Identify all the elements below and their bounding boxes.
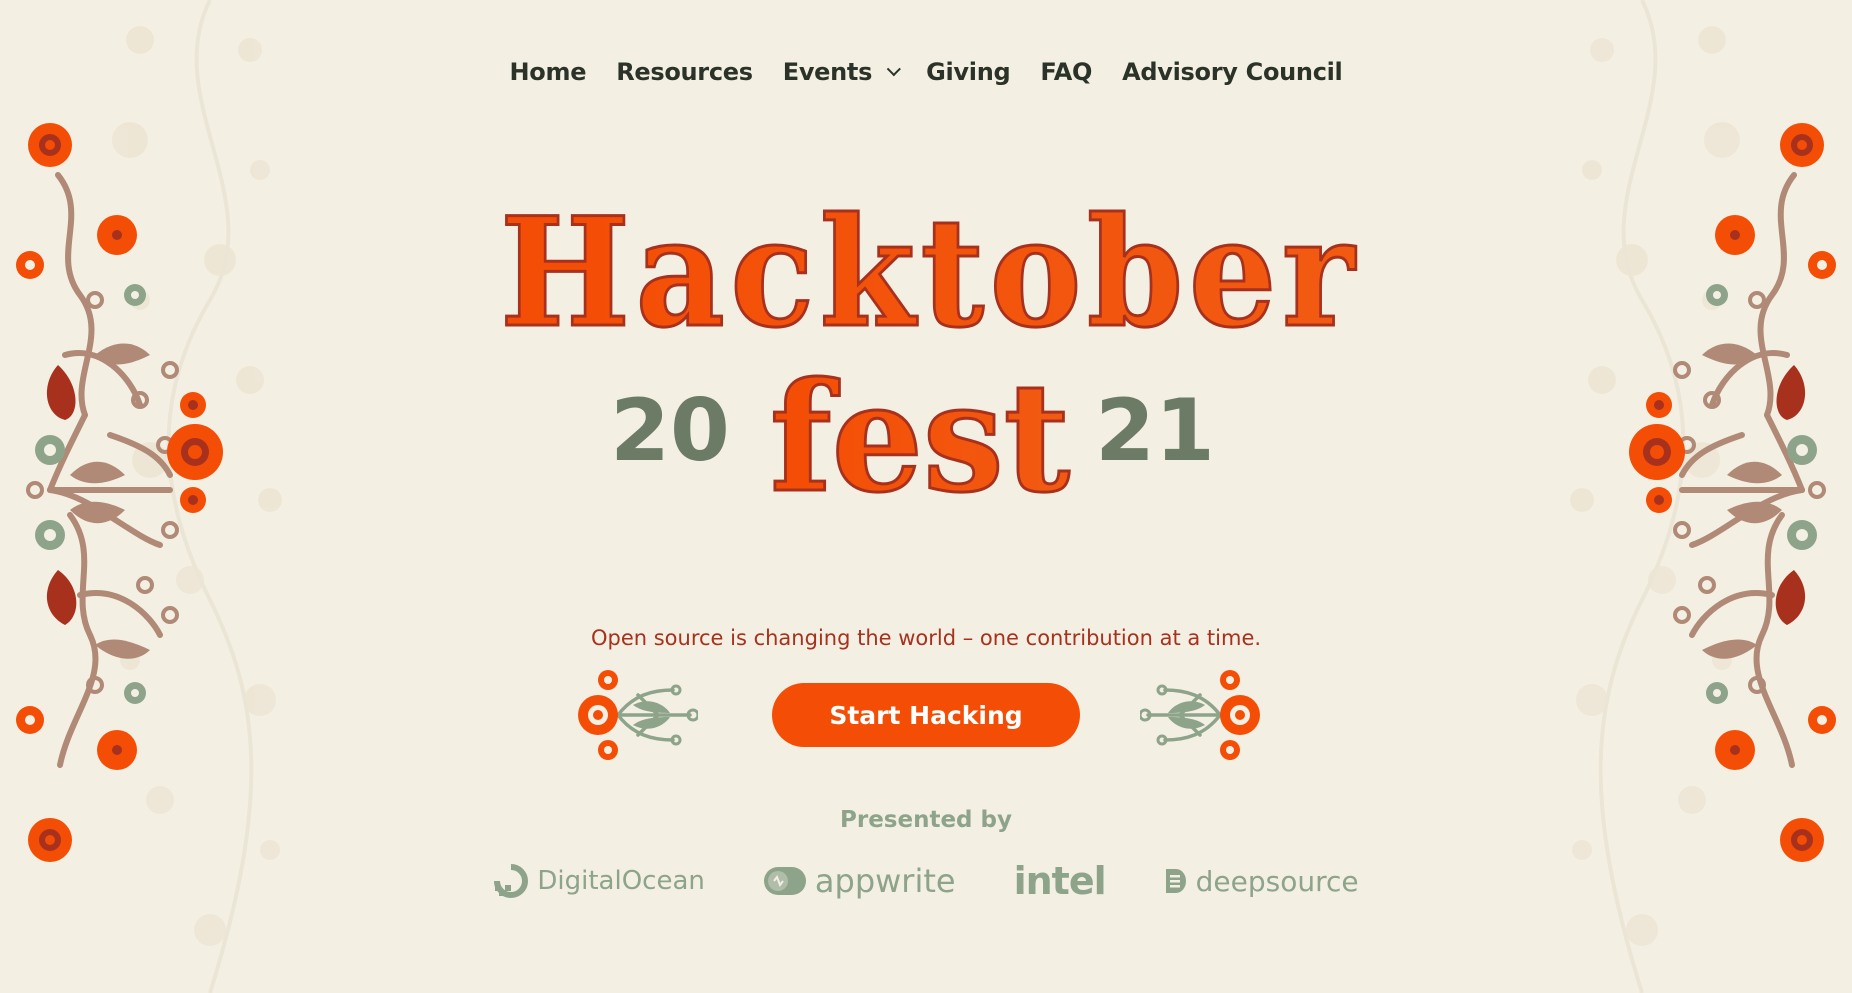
nav-item-label: Giving	[926, 58, 1011, 86]
floral-sprig-decoration	[1140, 670, 1260, 760]
nav-item-faq[interactable]: FAQ	[1040, 58, 1092, 86]
nav-item-label: Advisory Council	[1122, 58, 1343, 86]
cta-section: Start Hacking	[0, 670, 1852, 770]
sponsor-name: appwrite	[814, 862, 956, 900]
logo-line2: fest	[770, 350, 1070, 526]
sponsor-deepsource[interactable]: deepsource	[1164, 865, 1359, 898]
sponsor-name: intel	[1013, 859, 1107, 903]
logo-year-left: 20	[610, 381, 730, 481]
sponsor-name: DigitalOcean	[537, 866, 705, 896]
sponsor-appwrite[interactable]: appwrite	[763, 862, 956, 900]
nav-item-giving[interactable]: Giving	[926, 58, 1011, 86]
nav-item-resources[interactable]: Resources	[616, 58, 753, 86]
page: Home Resources Events Giving FAQ Advisor…	[0, 0, 1852, 993]
appwrite-logo-icon	[763, 867, 806, 895]
nav-item-label: FAQ	[1040, 58, 1093, 86]
nav-item-label: Events	[782, 58, 873, 86]
sponsor-digitalocean[interactable]: DigitalOcean	[493, 863, 705, 899]
logo-year-right: 21	[1095, 381, 1215, 481]
nav-item-label: Home	[509, 58, 587, 86]
sponsor-name: deepsource	[1195, 864, 1359, 898]
nav-item-home[interactable]: Home	[510, 58, 587, 86]
hacktoberfest-logo: Hacktober 20 fest 21	[499, 190, 1360, 528]
deepsource-logo-icon	[1165, 869, 1186, 893]
main-nav: Home Resources Events Giving FAQ Advisor…	[0, 58, 1852, 86]
hero-tagline: Open source is changing the world – one …	[590, 626, 1262, 650]
sponsor-intel[interactable]: intel	[1013, 859, 1107, 903]
nav-item-events[interactable]: Events	[782, 58, 902, 86]
nav-item-advisory-council[interactable]: Advisory Council	[1122, 58, 1343, 86]
sponsor-logos: DigitalOcean appwrite intel deepsource	[0, 858, 1852, 904]
floral-sprig-decoration	[578, 670, 698, 760]
nav-item-label: Resources	[616, 58, 753, 86]
chevron-down-icon	[886, 62, 902, 77]
digitalocean-logo-icon	[494, 864, 529, 898]
start-hacking-button[interactable]: Start Hacking	[772, 683, 1080, 747]
presented-by-heading: Presented by	[840, 807, 1012, 833]
logo-line1: Hacktober	[500, 190, 1360, 361]
